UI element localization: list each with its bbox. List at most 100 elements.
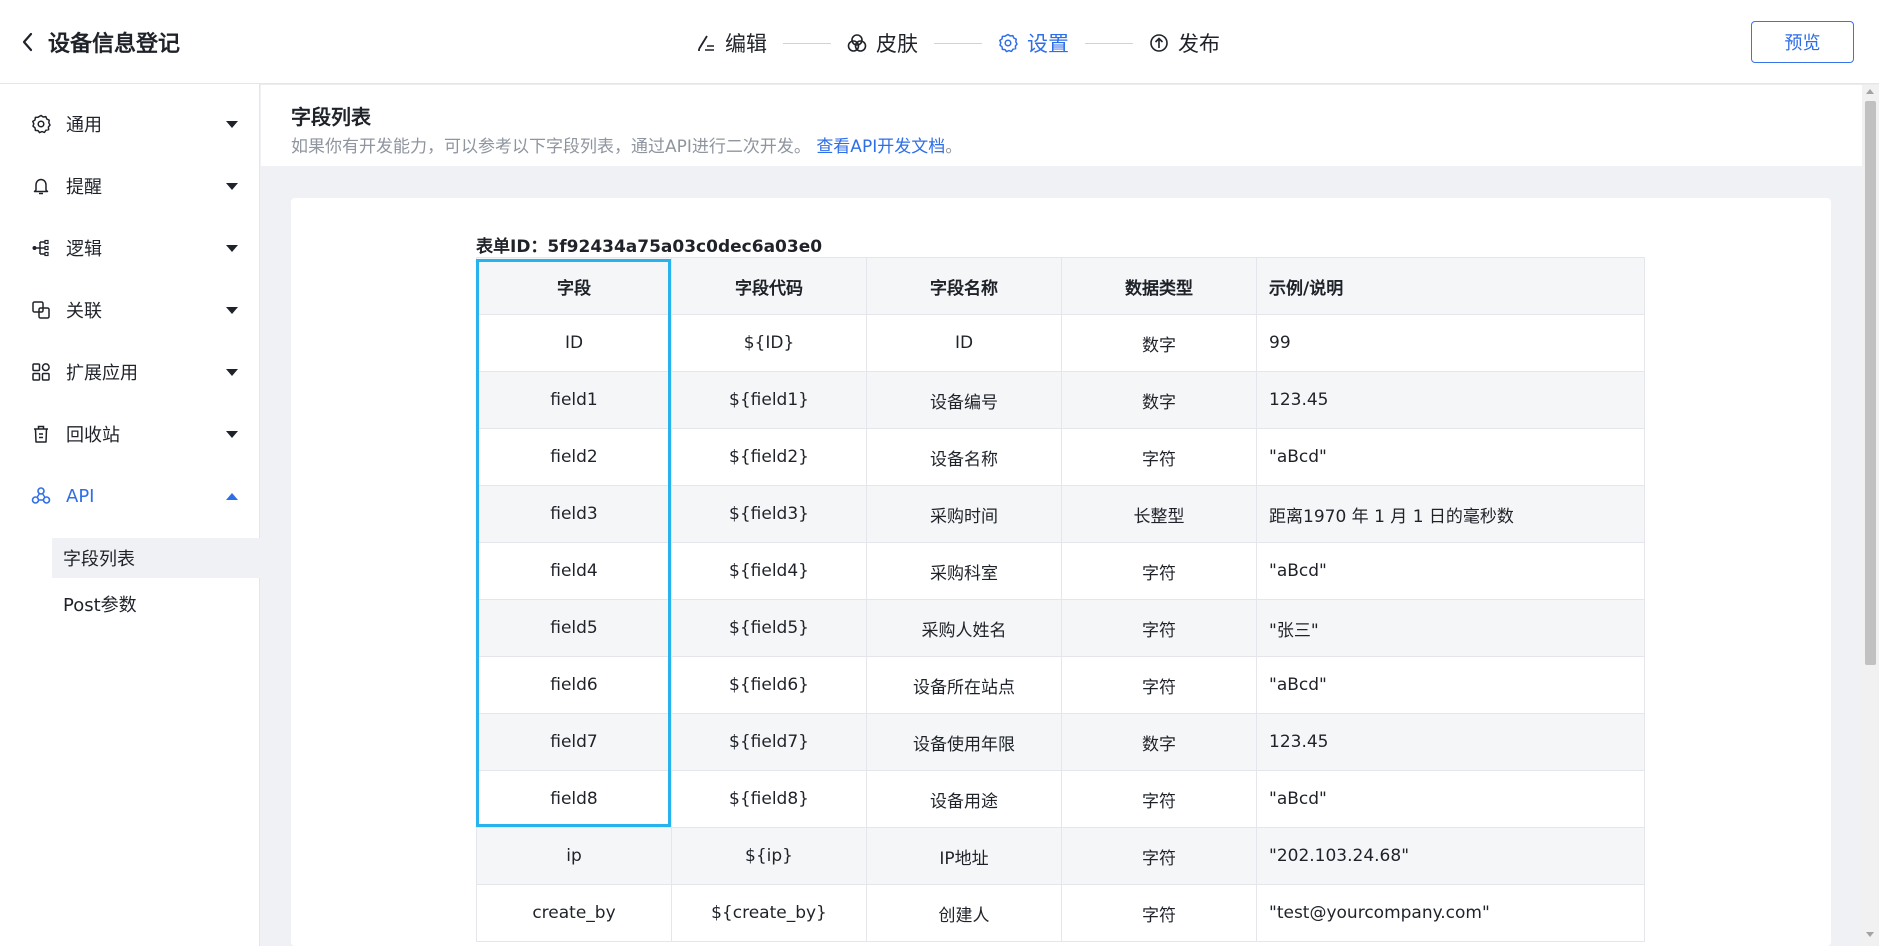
sidebar-item-relation[interactable]: 关联	[0, 288, 260, 332]
preview-button[interactable]: 预览	[1751, 21, 1854, 63]
table-row: field3 ${field3} 采购时间 长整型 距离1970 年 1 月 1 日的毫…	[476, 485, 1645, 543]
step-navigation: 编辑 皮肤 设置 发布	[696, 26, 1220, 60]
table-cell: 99	[1256, 314, 1645, 372]
description-suffix: 。	[945, 137, 963, 157]
step-publish-label: 发布	[1178, 32, 1220, 56]
sidebar-item-recycle-bin[interactable]: 回收站	[0, 412, 260, 456]
table-cell: 123.45	[1256, 713, 1645, 771]
step-settings[interactable]: 设置	[998, 28, 1069, 58]
table-cell: field5	[476, 599, 672, 657]
sidebar-item-logic[interactable]: 逻辑	[0, 226, 260, 270]
api-doc-link[interactable]: 查看API开发文档	[816, 137, 945, 157]
table-cell: 采购人姓名	[866, 599, 1062, 657]
table-row: ip ${ip} IP地址 字符 "202.103.24.68"	[476, 827, 1645, 885]
sidebar-item-general[interactable]: 通用	[0, 102, 260, 146]
table-cell: ip	[476, 827, 672, 885]
description-text: 如果你有开发能力，可以参考以下字段列表，通过API进行二次开发。	[291, 137, 811, 157]
sidebar-item-label: API	[66, 485, 95, 507]
table-cell: field3	[476, 485, 672, 543]
table-cell: 设备使用年限	[866, 713, 1062, 771]
gear-icon	[30, 113, 52, 135]
sidebar-item-label: 逻辑	[66, 239, 102, 260]
sidebar-item-extensions[interactable]: 扩展应用	[0, 350, 260, 394]
chevron-left-icon	[22, 32, 33, 52]
link-icon	[30, 299, 52, 321]
table-cell: 字符	[1061, 827, 1257, 885]
table-cell: field2	[476, 428, 672, 486]
table-cell: 字符	[1061, 884, 1257, 942]
step-skin-label: 皮肤	[876, 32, 918, 56]
table-cell: field1	[476, 371, 672, 429]
table-cell: ${field1}	[671, 371, 867, 429]
bell-icon	[30, 175, 52, 197]
table-cell: "test@yourcompany.com"	[1256, 884, 1645, 942]
table-cell: 字符	[1061, 599, 1257, 657]
step-edit[interactable]: 编辑	[696, 28, 767, 58]
skin-icon	[847, 34, 867, 52]
table-cell: ${field7}	[671, 713, 867, 771]
table-cell: ${field4}	[671, 542, 867, 600]
table-cell: ${field3}	[671, 485, 867, 543]
step-publish[interactable]: 发布	[1149, 28, 1220, 58]
scroll-up-arrow-icon[interactable]	[1866, 89, 1874, 94]
sidebar-item-reminder[interactable]: 提醒	[0, 164, 260, 208]
table-row: field1 ${field1} 设备编号 数字 123.45	[476, 371, 1645, 429]
scrollbar-thumb[interactable]	[1865, 101, 1876, 665]
table-cell: 数字	[1061, 713, 1257, 771]
table-cell: create_by	[476, 884, 672, 942]
table-cell: field4	[476, 542, 672, 600]
table-cell: ${field8}	[671, 770, 867, 828]
column-header: 字段名称	[866, 257, 1062, 315]
gear-icon	[999, 33, 1018, 53]
table-cell: ${ID}	[671, 314, 867, 372]
apps-icon	[30, 361, 52, 383]
table-cell: ${field2}	[671, 428, 867, 486]
table-cell: 长整型	[1061, 485, 1257, 543]
form-id-label: 表单ID：5f92434a75a03c0dec6a03e0	[476, 237, 823, 257]
table-row: field6 ${field6} 设备所在站点 字符 "aBcd"	[476, 656, 1645, 714]
table-row: field2 ${field2} 设备名称 字符 "aBcd"	[476, 428, 1645, 486]
column-header: 示例/说明	[1256, 257, 1645, 315]
table-cell: "202.103.24.68"	[1256, 827, 1645, 885]
scroll-down-arrow-icon[interactable]	[1866, 932, 1874, 937]
table-cell: 设备名称	[866, 428, 1062, 486]
sidebar-item-label: 关联	[66, 301, 102, 322]
table-row: field4 ${field4} 采购科室 字符 "aBcd"	[476, 542, 1645, 600]
caret-up-icon	[226, 492, 238, 500]
table-cell: "aBcd"	[1256, 542, 1645, 600]
step-divider	[783, 42, 831, 44]
table-cell: field6	[476, 656, 672, 714]
caret-down-icon	[226, 368, 238, 376]
table-cell: 字符	[1061, 428, 1257, 486]
table-cell: 字符	[1061, 542, 1257, 600]
table-cell: 距离1970 年 1 月 1 日的毫秒数	[1256, 485, 1645, 543]
step-divider	[1085, 42, 1133, 44]
app-title: 设备信息登记	[48, 32, 181, 57]
sidebar-item-label: 提醒	[66, 177, 102, 198]
table-header-row: 字段 字段代码 字段名称 数据类型 示例/说明	[476, 257, 1645, 315]
table-cell: field8	[476, 770, 672, 828]
page-title: 字段列表	[291, 105, 371, 129]
step-skin[interactable]: 皮肤	[847, 28, 918, 58]
table-cell: ${ip}	[671, 827, 867, 885]
table-cell: 创建人	[866, 884, 1062, 942]
trash-icon	[30, 423, 52, 445]
sidebar-item-label: 回收站	[66, 425, 120, 446]
caret-down-icon	[226, 430, 238, 438]
page-description: 如果你有开发能力，可以参考以下字段列表，通过API进行二次开发。 查看API开发…	[291, 132, 962, 157]
sidebar-item-api[interactable]: API	[0, 474, 260, 518]
table-cell: ID	[476, 314, 672, 372]
back-button[interactable]: 设备信息登记	[20, 26, 180, 58]
table-row: field8 ${field8} 设备用途 字符 "aBcd"	[476, 770, 1645, 828]
table-row: create_by ${create_by} 创建人 字符 "test@yourcomp…	[476, 884, 1645, 942]
table-cell: 字符	[1061, 656, 1257, 714]
column-header: 数据类型	[1061, 257, 1257, 315]
table-cell: 设备编号	[866, 371, 1062, 429]
table-row: ID ${ID} ID 数字 99	[476, 314, 1645, 372]
sidebar-item-label: 通用	[66, 115, 102, 136]
sidebar-subitem-field-list[interactable]: 字段列表	[52, 538, 260, 578]
edit-icon	[698, 35, 714, 51]
table-cell: ${field6}	[671, 656, 867, 714]
sidebar-subitem-post-params[interactable]: Post参数	[52, 584, 260, 624]
caret-down-icon	[226, 306, 238, 314]
